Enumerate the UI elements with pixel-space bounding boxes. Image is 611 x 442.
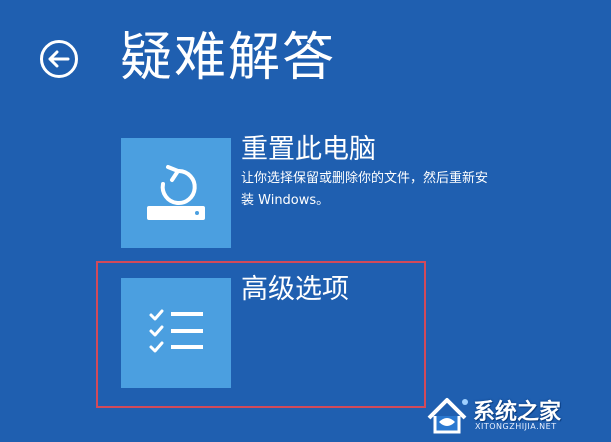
option-reset-pc[interactable]: 重置此电脑 让你选择保留或删除你的文件，然后重新安装 Windows。 bbox=[121, 134, 501, 248]
troubleshoot-screen: 疑难解答 重置此电脑 让你选择保留或删除你的文件，然后重新安装 Windows。 bbox=[0, 0, 611, 442]
arrow-left-icon bbox=[48, 50, 70, 68]
option-desc-reset-pc: 让你选择保留或删除你的文件，然后重新安装 Windows。 bbox=[241, 171, 489, 208]
reset-pc-icon bbox=[147, 165, 205, 220]
watermark: 系统之家 XITONGZHIJIA.NET bbox=[425, 392, 605, 436]
house-logo-icon bbox=[427, 398, 468, 434]
option-title-reset-pc: 重置此电脑 bbox=[241, 134, 376, 165]
back-button[interactable] bbox=[40, 40, 78, 78]
reset-pc-tile[interactable] bbox=[121, 138, 231, 248]
watermark-url: XITONGZHIJIA.NET bbox=[475, 422, 557, 431]
page-title: 疑难解答 bbox=[120, 28, 337, 88]
highlight-box bbox=[96, 261, 426, 408]
